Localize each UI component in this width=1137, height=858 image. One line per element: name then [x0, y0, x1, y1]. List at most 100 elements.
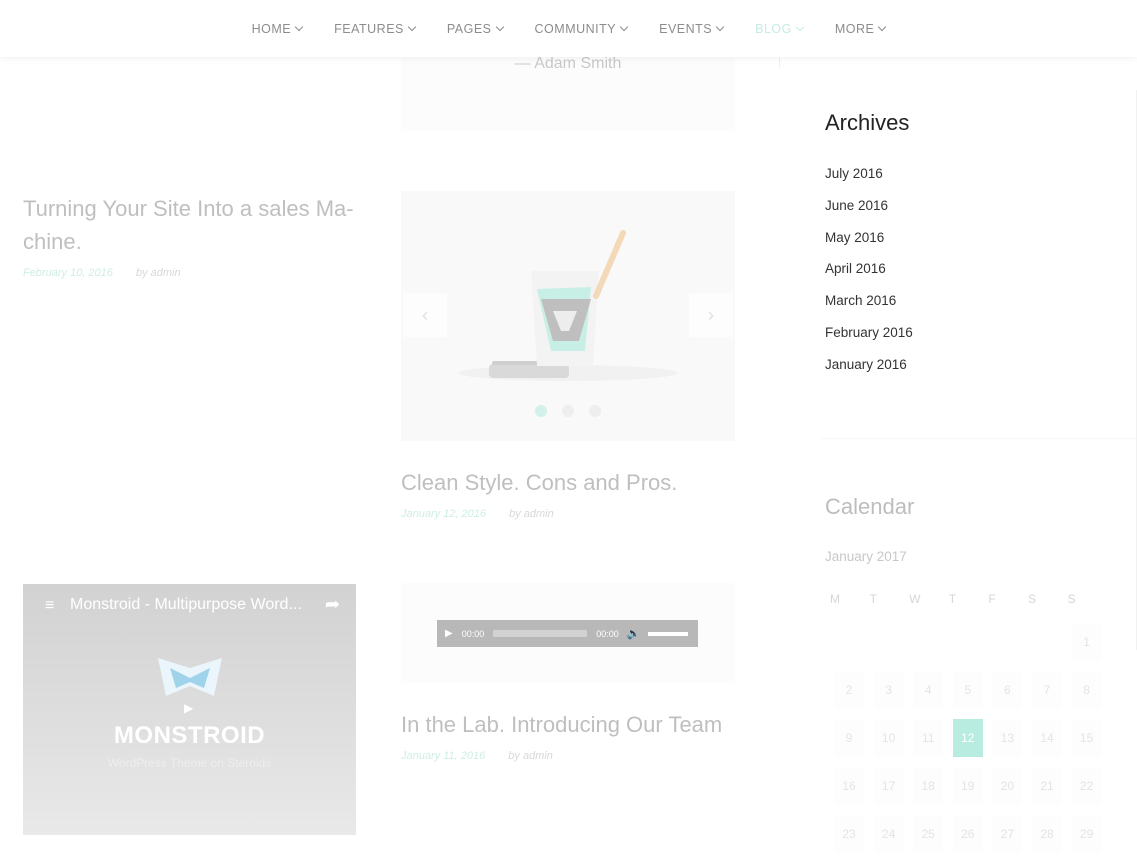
weekday-label: T [869, 592, 877, 606]
chevron-down-icon [715, 22, 725, 31]
play-icon[interactable]: ▶ [184, 701, 193, 715]
post-date[interactable]: January 11, 2016 [401, 750, 485, 762]
monstroid-logo [158, 658, 222, 696]
chevron-down-icon [294, 22, 304, 31]
archive-link[interactable]: July 2016 [825, 164, 913, 196]
calendar-day[interactable]: 21 [1032, 767, 1062, 805]
chevron-down-icon [878, 22, 887, 31]
nav-label: EVENTS [659, 21, 713, 36]
nav-item-community[interactable]: COMMUNITY [534, 21, 629, 36]
weekday-label: S [1027, 592, 1036, 606]
calendar-day[interactable]: 25 [913, 815, 944, 853]
calendar-day-today[interactable]: 12 [952, 719, 983, 757]
weekday-label: W [909, 592, 921, 606]
slider-dot[interactable] [589, 405, 601, 417]
audio-player: ▶ 00:00 00:00 🔈 [437, 620, 698, 647]
archive-link[interactable]: April 2016 [825, 259, 913, 291]
archives-list: July 2016 June 2016 May 2016 April 2016 … [825, 164, 913, 387]
slider-dot[interactable] [562, 405, 574, 417]
share-icon[interactable]: ➦ [325, 594, 340, 615]
nav-label: PAGES [446, 21, 492, 36]
play-icon[interactable]: ▶ [445, 628, 453, 639]
slider-prev-button[interactable]: ‹ [403, 293, 447, 337]
calendar-day[interactable]: 13 [992, 719, 1023, 757]
calendar-day[interactable]: 2 [834, 671, 864, 709]
calendar-day[interactable]: 27 [992, 815, 1023, 853]
calendar-day[interactable]: 28 [1032, 815, 1062, 853]
archive-link[interactable]: March 2016 [825, 291, 913, 323]
weekday-label: S [1067, 592, 1076, 606]
post-title[interactable]: In the Lab. Introducing Our Team [401, 708, 761, 741]
calendar-day[interactable]: 7 [1032, 671, 1062, 709]
calendar-day[interactable]: 14 [1032, 719, 1062, 757]
slider-next-button[interactable]: › [689, 293, 733, 337]
calendar-day[interactable]: 24 [873, 815, 904, 853]
post-meta: January 11, 2016 by admin [401, 750, 553, 762]
weekday-label: F [988, 592, 996, 606]
nav-label: COMMUNITY [534, 21, 617, 36]
brand-name: MONSTROID [113, 722, 266, 749]
chevron-left-icon: ‹ [422, 304, 428, 325]
post-date[interactable]: January 12, 2016 [401, 508, 486, 520]
nav-label: MORE [834, 21, 875, 36]
post-meta: January 12, 2016 by admin [401, 508, 554, 520]
calendar-day[interactable]: 3 [873, 671, 904, 709]
slider-dot[interactable] [535, 405, 547, 417]
slider-pagination [401, 405, 735, 417]
audio-progress-bar[interactable] [493, 630, 588, 637]
calendar-title: Calendar [825, 494, 915, 519]
calendar-day[interactable]: 29 [1071, 815, 1102, 853]
weekday-label: M [830, 592, 840, 606]
playlist-icon: ≡ [45, 597, 55, 614]
post-author[interactable]: by admin [509, 508, 554, 520]
post-date[interactable]: February 10, 2016 [23, 267, 113, 279]
calendar-day[interactable]: 23 [834, 815, 864, 853]
volume-slider[interactable] [648, 631, 689, 636]
calendar-day[interactable]: 20 [992, 767, 1023, 805]
calendar-day[interactable]: 15 [1071, 719, 1102, 757]
nav-item-pages[interactable]: PAGES [446, 21, 504, 36]
nav-item-blog[interactable]: BLOG [755, 22, 805, 36]
video-embed[interactable]: ≡ Monstroid - Multipurpose Word... ➦ ▶ M… [23, 584, 356, 835]
calendar-day[interactable]: 17 [873, 767, 904, 805]
post-meta: February 10, 2016 by admin [23, 267, 181, 279]
chevron-right-icon: › [708, 304, 714, 325]
chevron-down-icon [795, 22, 805, 31]
calendar-day[interactable]: 11 [913, 719, 944, 757]
calendar-day[interactable]: 5 [952, 671, 983, 709]
brand-tagline: WordPress Theme on Steroids [107, 756, 272, 770]
weekday-label: T [948, 592, 957, 606]
video-title[interactable]: Monstroid - Multipurpose Word... [70, 596, 302, 614]
nav-item-features[interactable]: FEATURES [334, 21, 417, 36]
calendar-day[interactable]: 4 [913, 671, 944, 709]
volume-icon[interactable]: 🔈 [627, 627, 641, 640]
nav-label: HOME [251, 21, 292, 36]
calendar-day[interactable]: 6 [992, 671, 1023, 709]
archive-link[interactable]: February 2016 [825, 323, 913, 355]
calendar-day[interactable]: 19 [952, 767, 983, 805]
quote-author: — Adam Smith [514, 55, 622, 72]
calendar-day[interactable]: 18 [913, 767, 944, 805]
nav-item-events[interactable]: EVENTS [659, 21, 725, 36]
archive-link[interactable]: June 2016 [825, 196, 913, 228]
nav-item-more[interactable]: MORE [834, 21, 887, 36]
calendar-day[interactable]: 16 [834, 767, 864, 805]
calendar-day[interactable]: 8 [1071, 671, 1102, 709]
nav-item-home[interactable]: HOME [251, 21, 304, 36]
archive-link[interactable]: January 2016 [825, 355, 913, 387]
calendar-day[interactable]: 10 [873, 719, 904, 757]
calendar-day[interactable]: 22 [1071, 767, 1102, 805]
calendar-day[interactable]: 26 [952, 815, 983, 853]
archive-link[interactable]: May 2016 [825, 228, 913, 260]
post-author[interactable]: by admin [136, 267, 181, 279]
nav-label: FEATURES [334, 21, 404, 36]
calendar-day[interactable]: 1 [1071, 623, 1102, 661]
post-author[interactable]: by admin [508, 750, 553, 762]
chevron-down-icon [495, 22, 504, 31]
calendar-month: January 2017 [825, 549, 907, 564]
divider [820, 438, 1137, 439]
post-title[interactable]: Turning Your Site Into a sales Ma-chine. [23, 192, 363, 258]
post-title[interactable]: Clean Style. Cons and Pros. [401, 466, 761, 499]
chevron-down-icon [619, 22, 629, 31]
calendar-day[interactable]: 9 [834, 719, 864, 757]
